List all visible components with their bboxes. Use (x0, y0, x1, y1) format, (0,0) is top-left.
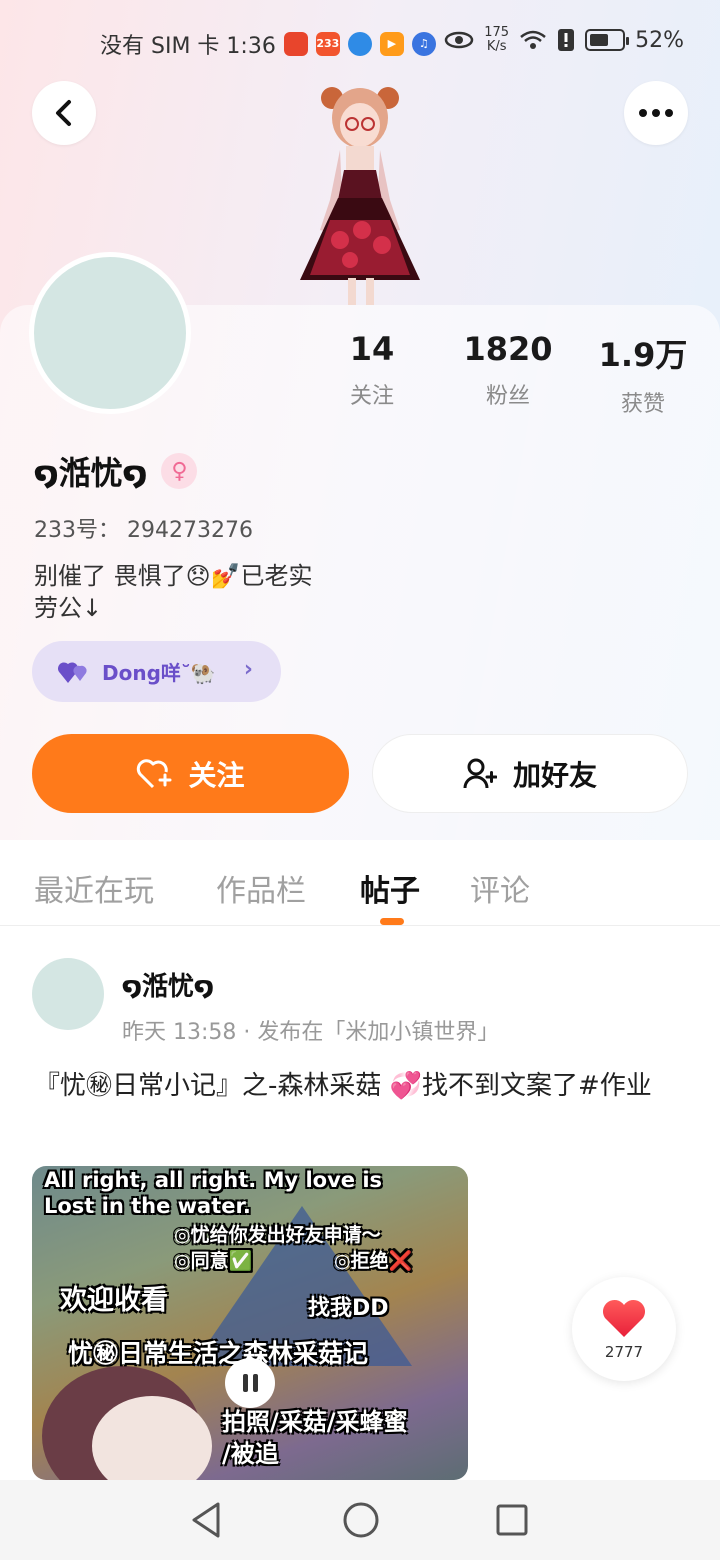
back-button[interactable] (32, 81, 96, 145)
app-icon-orange-play: ▶ (379, 32, 404, 56)
pause-button[interactable] (225, 1358, 275, 1408)
user-id[interactable]: 233号： 294273276 (34, 512, 253, 544)
stat-followers[interactable]: 1820 粉丝 (453, 330, 563, 410)
follow-button[interactable]: 关注 (32, 734, 349, 813)
female-gender-icon: ♀ (161, 453, 198, 489)
video-caption-10: /被追 (222, 1440, 279, 1468)
app-icon-233: 233 (315, 32, 340, 56)
status-bar: 没有 SIM 卡 1:36 233 ▶ ♫ 175 K/s 52% (0, 0, 720, 84)
video-caption-4: ◎同意✅ (174, 1250, 253, 1272)
post-author-avatar[interactable] (32, 958, 104, 1030)
stat-following-label: 关注 (349, 384, 394, 409)
status-left: 没有 SIM 卡 1:36 233 ▶ ♫ (100, 28, 436, 60)
video-caption-3: ◎忧给你发出好友申请～ (174, 1224, 381, 1246)
profile-bio: 别催了 畏惧了😞💅已老实 劳公↓ (34, 560, 313, 624)
eye-icon (445, 31, 474, 49)
double-heart-icon (58, 662, 87, 683)
stat-followers-label: 粉丝 (485, 384, 530, 409)
pause-bar-right (252, 1374, 258, 1392)
avatar-character-image (300, 87, 420, 305)
active-tab-indicator (380, 918, 404, 925)
nav-home-icon[interactable] (341, 1500, 381, 1540)
stat-likes[interactable]: 1.9万 获赞 (588, 330, 698, 418)
post-text[interactable]: 『忧㊙日常小记』之-森林采菇 💞找不到文案了#作业 (34, 1066, 684, 1106)
video-caption-5: ◎拒绝❌ (334, 1250, 413, 1272)
carrier-time: 没有 SIM 卡 1:36 (100, 34, 276, 59)
battery-percent: 52% (635, 27, 684, 53)
bio-line-1: 别催了 畏惧了😞💅已老实 (34, 562, 313, 590)
tab-comments[interactable]: 评论 (470, 866, 530, 910)
relationship-tag[interactable]: Dong咩˘🐏 › (32, 641, 281, 702)
more-dots-icon (639, 109, 673, 117)
post-video[interactable]: All right, all right. My love is Lost in… (32, 1166, 468, 1480)
net-speed: 175 K/s (484, 26, 509, 54)
video-caption-2: Lost in the water. (44, 1194, 251, 1218)
stat-following[interactable]: 14 关注 (317, 330, 427, 410)
app-icon-red (283, 32, 308, 56)
heart-plus-icon (137, 758, 172, 788)
tab-recently-played[interactable]: 最近在玩 (34, 866, 154, 910)
username-text: ໑湉忧໑ (34, 454, 148, 492)
tab-posts[interactable]: 帖子 (360, 866, 420, 910)
follow-button-label: 关注 (188, 758, 245, 792)
nav-recents-icon[interactable] (494, 1500, 530, 1540)
add-friend-button[interactable]: 加好友 (372, 734, 688, 813)
alert-icon (558, 29, 575, 51)
wifi-icon (520, 30, 546, 49)
relationship-tag-label: Dong咩˘🐏 (102, 661, 216, 685)
chevron-right-icon: › (243, 657, 253, 682)
add-user-icon (463, 758, 497, 788)
profile-avatar[interactable] (29, 252, 191, 414)
system-nav-bar (0, 1480, 720, 1560)
app-icon-music: ♫ (411, 32, 436, 56)
add-friend-label: 加好友 (512, 758, 597, 792)
bio-line-2: 劳公↓ (34, 594, 103, 622)
video-caption-6: 欢迎收看 (60, 1285, 168, 1316)
status-right: 175 K/s 52% (444, 26, 684, 54)
app-icon-blue (347, 32, 372, 56)
like-count: 2777 (604, 1343, 644, 1361)
post-meta: 昨天 13:58 · 发布在「米加小镇世界」 (122, 1020, 500, 1045)
like-button[interactable]: 2777 (572, 1277, 676, 1381)
heart-icon (602, 1299, 646, 1337)
video-caption-7: 找我DD (308, 1296, 389, 1321)
nav-back-icon[interactable] (188, 1500, 224, 1540)
stat-likes-value: 1.9万 (598, 336, 688, 374)
profile-tabs: 最近在玩 作品栏 帖子 评论 (0, 840, 720, 926)
tab-works[interactable]: 作品栏 (216, 866, 306, 910)
stat-likes-label: 获赞 (620, 392, 665, 417)
net-speed-unit: K/s (486, 39, 507, 54)
pause-bar-left (242, 1374, 248, 1392)
content-area: 最近在玩 作品栏 帖子 评论 ໑湉忧໑ 昨天 13:58 · 发布在「米加小镇世… (0, 840, 720, 1560)
more-button[interactable] (624, 81, 688, 145)
video-caption-8: 忧㊙日常生活之森林采菇记 (68, 1339, 369, 1368)
video-caption-1: All right, all right. My love is (44, 1168, 383, 1192)
chevron-left-icon (56, 100, 71, 126)
profile-username: ໑湉忧໑ ♀ (34, 448, 198, 494)
post-author-name[interactable]: ໑湉忧໑ (122, 966, 214, 1003)
stat-following-value: 14 (349, 330, 395, 368)
stat-followers-value: 1820 (463, 330, 553, 368)
net-speed-value: 175 (484, 25, 510, 40)
battery-icon (585, 29, 630, 51)
